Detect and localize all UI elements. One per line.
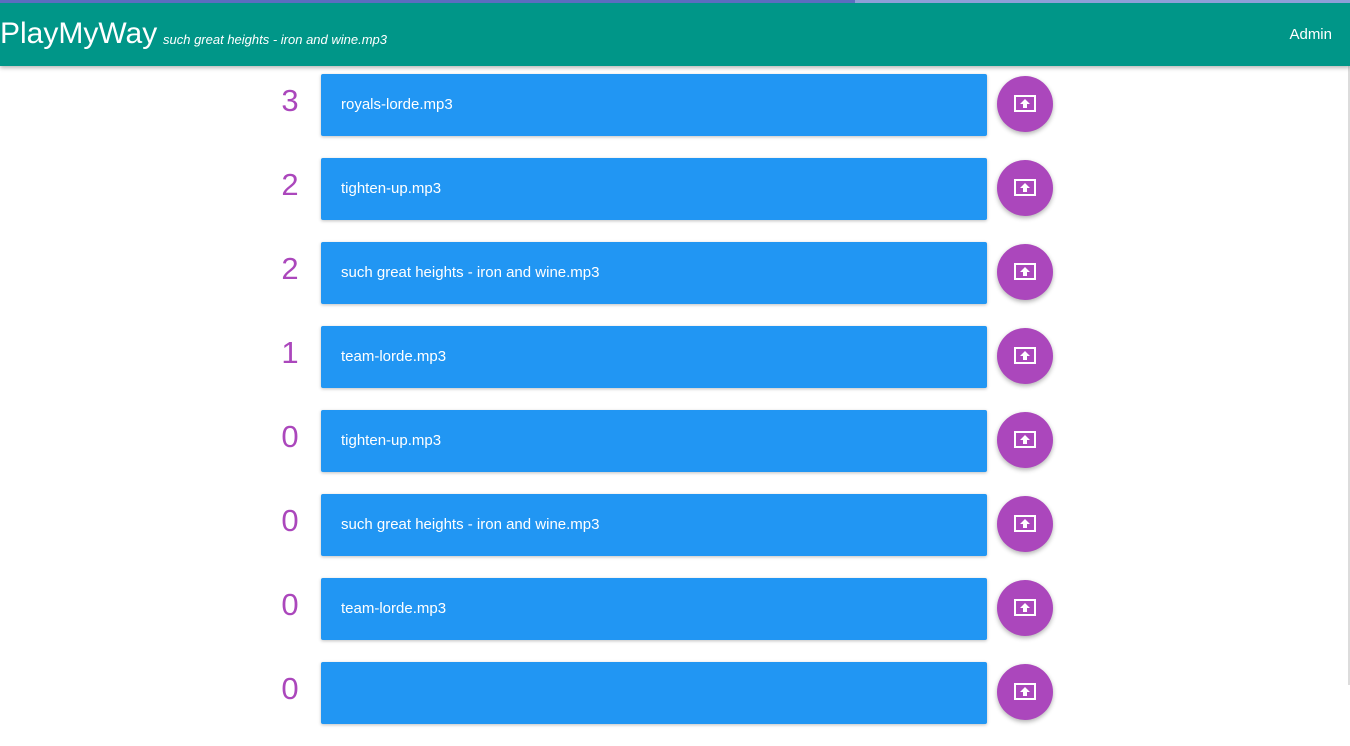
song-title: such great heights - iron and wine.mp3 — [341, 264, 600, 281]
song-card[interactable] — [321, 662, 987, 724]
vote-count: 2 — [281, 251, 299, 286]
upvote-button[interactable] — [997, 160, 1053, 216]
queue-row: 0 tighten-up.mp3 — [0, 410, 1350, 472]
upvote-button[interactable] — [997, 580, 1053, 636]
vote-count: 2 — [281, 167, 299, 202]
upvote-icon — [1014, 515, 1036, 532]
upvote-button[interactable] — [997, 412, 1053, 468]
upvote-icon — [1014, 179, 1036, 196]
vote-count: 1 — [281, 335, 299, 370]
song-card[interactable]: royals-lorde.mp3 — [321, 74, 987, 136]
queue-row: 0 such great heights - iron and wine.mp3 — [0, 494, 1350, 556]
queue-row: 2 tighten-up.mp3 — [0, 158, 1350, 220]
vote-count: 0 — [281, 671, 299, 706]
song-title: such great heights - iron and wine.mp3 — [341, 516, 600, 533]
upvote-button[interactable] — [997, 76, 1053, 132]
upvote-icon — [1014, 599, 1036, 616]
app-header: PlayMyWay such great heights - iron and … — [0, 2, 1350, 66]
upvote-button[interactable] — [997, 328, 1053, 384]
song-card[interactable]: tighten-up.mp3 — [321, 158, 987, 220]
queue-row: 2 such great heights - iron and wine.mp3 — [0, 242, 1350, 304]
upvote-button[interactable] — [997, 664, 1053, 720]
upvote-icon — [1014, 431, 1036, 448]
song-card[interactable]: such great heights - iron and wine.mp3 — [321, 494, 987, 556]
upvote-button[interactable] — [997, 496, 1053, 552]
song-title: team-lorde.mp3 — [341, 348, 447, 365]
now-playing-label: such great heights - iron and wine.mp3 — [163, 32, 388, 47]
upvote-button[interactable] — [997, 244, 1053, 300]
upvote-icon — [1014, 347, 1036, 364]
queue-row: 0 — [0, 662, 1350, 724]
upvote-icon — [1014, 95, 1036, 112]
loading-bar — [0, 0, 1350, 3]
song-title: tighten-up.mp3 — [341, 432, 442, 449]
vote-count: 0 — [281, 419, 299, 454]
song-title: tighten-up.mp3 — [341, 180, 442, 197]
song-title: royals-lorde.mp3 — [341, 96, 453, 113]
song-card[interactable]: such great heights - iron and wine.mp3 — [321, 242, 987, 304]
vote-count: 0 — [281, 587, 299, 622]
queue-row: 0 team-lorde.mp3 — [0, 578, 1350, 640]
song-card[interactable]: tighten-up.mp3 — [321, 410, 987, 472]
vote-count: 3 — [281, 83, 299, 118]
admin-link[interactable]: Admin — [1289, 26, 1332, 43]
queue-row: 3 royals-lorde.mp3 — [0, 74, 1350, 136]
upvote-icon — [1014, 263, 1036, 280]
song-card[interactable]: team-lorde.mp3 — [321, 578, 987, 640]
song-title: team-lorde.mp3 — [341, 600, 447, 617]
app-title[interactable]: PlayMyWay — [0, 16, 157, 52]
queue-row: 1 team-lorde.mp3 — [0, 326, 1350, 388]
vote-count: 0 — [281, 503, 299, 538]
song-queue: 3 royals-lorde.mp3 2 tighten-up.mp3 2 such gr… — [0, 74, 1350, 746]
loading-bar-fill — [0, 0, 855, 3]
song-card[interactable]: team-lorde.mp3 — [321, 326, 987, 388]
upvote-icon — [1014, 683, 1036, 700]
